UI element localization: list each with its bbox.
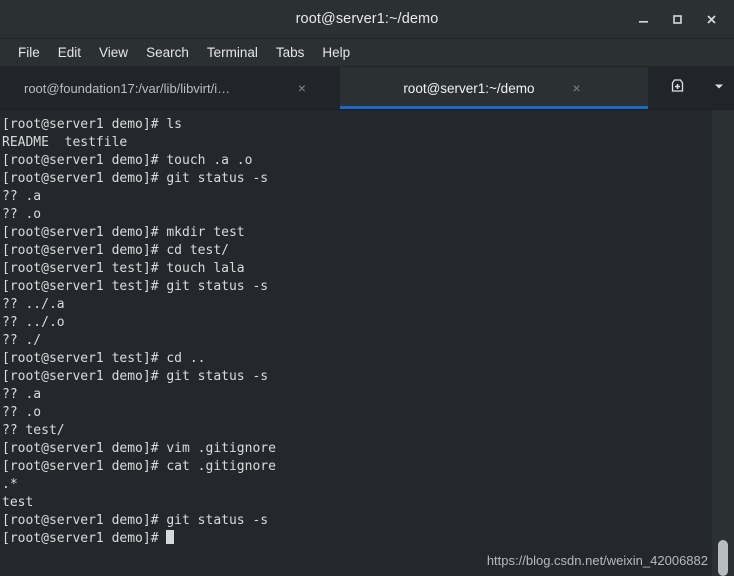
terminal-line: ?? ../.o bbox=[2, 315, 65, 330]
tab-label: root@foundation17:/var/lib/libvirt/i… bbox=[24, 80, 231, 96]
terminal-prompt: [root@server1 demo]# bbox=[2, 531, 167, 546]
chevron-down-icon bbox=[712, 79, 726, 98]
terminal-line: ?? .a bbox=[2, 387, 42, 402]
tab-close-icon[interactable]: × bbox=[294, 81, 310, 95]
vertical-scrollbar[interactable] bbox=[712, 110, 734, 576]
menubar: File Edit View Search Terminal Tabs Help bbox=[0, 39, 734, 67]
terminal-line: [root@server1 demo]# mkdir test bbox=[2, 225, 245, 240]
terminal-prompt-line: [root@server1 demo]# bbox=[2, 530, 712, 548]
minimize-icon bbox=[637, 13, 650, 26]
terminal-line: ?? ../.a bbox=[2, 297, 65, 312]
terminal-line: ?? .a bbox=[2, 189, 42, 204]
menu-item-terminal[interactable]: Terminal bbox=[198, 43, 267, 63]
terminal-line: [root@server1 demo]# vim .gitignore bbox=[2, 441, 276, 456]
tab-label: root@server1:~/demo bbox=[403, 80, 535, 96]
terminal-line: ?? .o bbox=[2, 405, 42, 420]
terminal-line: test bbox=[2, 495, 34, 510]
tabbar: root@foundation17:/var/lib/libvirt/i… × … bbox=[0, 67, 734, 110]
menu-item-edit[interactable]: Edit bbox=[49, 43, 90, 63]
window-titlebar: root@server1:~/demo bbox=[0, 0, 734, 39]
new-tab-icon bbox=[669, 77, 686, 99]
terminal-line: [root@server1 demo]# git status -s bbox=[2, 171, 269, 186]
menu-item-help[interactable]: Help bbox=[313, 43, 359, 63]
terminal-line: .* bbox=[2, 477, 18, 492]
terminal-line: [root@server1 demo]# git status -s bbox=[2, 369, 269, 384]
tab-server1-demo[interactable]: root@server1:~/demo × bbox=[339, 67, 649, 109]
terminal-line: ?? ./ bbox=[2, 333, 42, 348]
maximize-icon bbox=[671, 13, 684, 26]
minimize-button[interactable] bbox=[626, 4, 660, 34]
terminal-window: root@server1:~/demo File Edit View Searc… bbox=[0, 0, 734, 576]
scrollbar-thumb[interactable] bbox=[718, 540, 728, 576]
tab-foundation17[interactable]: root@foundation17:/var/lib/libvirt/i… × bbox=[0, 67, 340, 109]
terminal-line: [root@server1 test]# cd .. bbox=[2, 351, 206, 366]
terminal-cursor bbox=[166, 530, 175, 544]
maximize-button[interactable] bbox=[660, 4, 694, 34]
menu-item-tabs[interactable]: Tabs bbox=[267, 43, 314, 63]
menu-item-view[interactable]: View bbox=[90, 43, 137, 63]
terminal-line: [root@server1 demo]# ls bbox=[2, 117, 183, 132]
terminal-line: [root@server1 test]# touch lala bbox=[2, 261, 245, 276]
tab-menu-button[interactable] bbox=[704, 73, 734, 103]
terminal-line: [root@server1 demo]# cd test/ bbox=[2, 243, 229, 258]
terminal-line: [root@server1 demo]# touch .a .o bbox=[2, 153, 253, 168]
watermark-text: https://blog.csdn.net/weixin_42006882 bbox=[486, 553, 708, 568]
terminal-line: [root@server1 demo]# git status -s bbox=[2, 513, 269, 528]
terminal-line: ?? .o bbox=[2, 207, 42, 222]
close-icon bbox=[705, 13, 718, 26]
terminal-line: ?? test/ bbox=[2, 423, 65, 438]
window-controls bbox=[626, 0, 728, 38]
window-title: root@server1:~/demo bbox=[295, 11, 439, 27]
tabbar-actions bbox=[648, 67, 734, 109]
terminal-line: README testfile bbox=[2, 135, 128, 150]
terminal-output[interactable]: [root@server1 demo]# ls README testfile [r… bbox=[0, 110, 712, 576]
tab-close-icon[interactable]: × bbox=[568, 81, 584, 95]
terminal-line: [root@server1 demo]# cat .gitignore bbox=[2, 459, 276, 474]
menu-item-search[interactable]: Search bbox=[137, 43, 198, 63]
terminal-line: [root@server1 test]# git status -s bbox=[2, 279, 269, 294]
close-button[interactable] bbox=[694, 4, 728, 34]
new-tab-button[interactable] bbox=[662, 73, 692, 103]
terminal-area: [root@server1 demo]# ls README testfile [r… bbox=[0, 110, 734, 576]
menu-item-file[interactable]: File bbox=[9, 43, 49, 63]
